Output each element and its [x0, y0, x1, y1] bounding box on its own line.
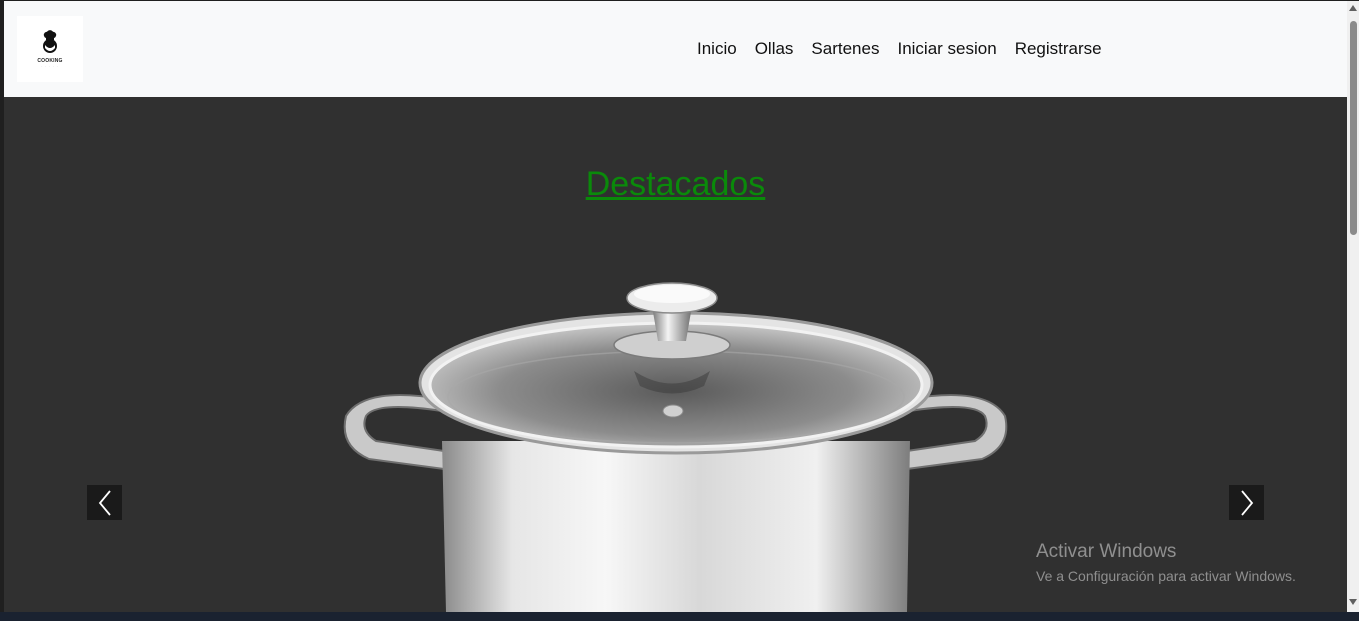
carousel-prev-button[interactable]	[87, 485, 122, 520]
vertical-scrollbar[interactable]	[1347, 1, 1359, 612]
chevron-right-icon	[1240, 489, 1253, 516]
carousel-image-stock-pot	[343, 282, 1008, 612]
scroll-down-arrow-icon[interactable]	[1349, 599, 1357, 605]
chevron-left-icon	[98, 489, 111, 516]
page-viewport: COOKING · · · · · Inicio Ollas Sartenes …	[4, 1, 1347, 612]
carousel-next-button[interactable]	[1229, 485, 1264, 520]
windows-activation-watermark: Activar Windows Ve a Configuración para …	[1036, 540, 1296, 586]
scroll-up-arrow-icon[interactable]	[1349, 5, 1357, 11]
scrollbar-thumb[interactable]	[1350, 21, 1357, 235]
watermark-subtitle: Ve a Configuración para activar Windows.	[1036, 568, 1296, 584]
watermark-title: Activar Windows	[1036, 541, 1177, 562]
taskbar	[0, 612, 1359, 621]
